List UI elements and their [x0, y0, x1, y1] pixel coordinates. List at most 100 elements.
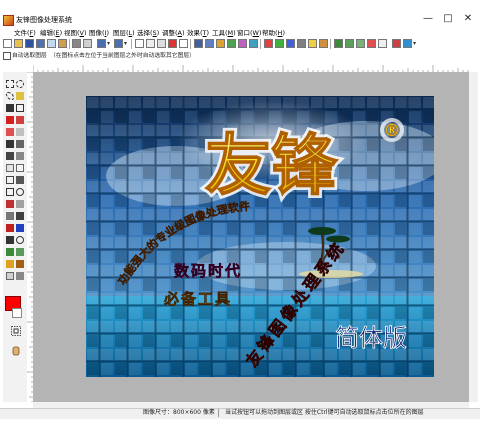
crop-icon[interactable] — [146, 39, 155, 48]
open-folder-icon[interactable] — [14, 39, 23, 48]
logo-text: 友锋 — [205, 126, 338, 204]
slice-icon[interactable] — [16, 116, 24, 124]
favorites-icon[interactable] — [392, 39, 401, 48]
main-toolbar: ▾ ▾ ▾ — [0, 38, 480, 50]
green-channel-icon[interactable] — [275, 39, 284, 48]
menu-tools[interactable]: 工具(M) — [212, 28, 236, 38]
menu-select[interactable]: 选择(S) — [137, 28, 159, 38]
background-color-swatch[interactable] — [12, 308, 22, 318]
select-all-icon[interactable] — [168, 39, 177, 48]
swap-colors-icon[interactable] — [11, 326, 21, 336]
filter-icon[interactable] — [249, 39, 258, 48]
deselect-icon[interactable] — [179, 39, 188, 48]
custom-shape-icon[interactable] — [6, 200, 14, 208]
paint-bucket-icon[interactable] — [16, 212, 24, 220]
patch-icon[interactable] — [16, 128, 24, 136]
scan-icon[interactable] — [83, 39, 92, 48]
resize-icon[interactable] — [227, 39, 236, 48]
brightness-icon[interactable] — [308, 39, 317, 48]
sharpen-icon[interactable] — [16, 248, 24, 256]
print-icon[interactable] — [72, 39, 81, 48]
auto-select-layer-checkbox[interactable] — [3, 52, 11, 60]
flip-vertical-icon[interactable] — [205, 39, 214, 48]
pencil-icon[interactable] — [16, 140, 24, 148]
text-icon[interactable] — [6, 224, 14, 232]
gift-icon[interactable] — [367, 39, 376, 48]
copy-icon[interactable] — [47, 39, 56, 48]
help-dropdown-icon[interactable]: ▾ — [413, 39, 416, 49]
menu-view[interactable]: 视图(V) — [64, 28, 87, 38]
help-icon[interactable] — [403, 39, 412, 48]
transform-icon[interactable] — [157, 39, 166, 48]
layer-merge-icon[interactable] — [356, 39, 365, 48]
eyedropper-icon[interactable] — [6, 236, 14, 244]
select-icon[interactable] — [16, 104, 24, 112]
new-file-icon[interactable] — [3, 39, 12, 48]
eraser-icon[interactable] — [6, 164, 14, 172]
lasso-icon[interactable] — [6, 92, 14, 100]
paste-icon[interactable] — [58, 39, 67, 48]
brush-icon[interactable] — [6, 140, 14, 148]
contrast-icon[interactable] — [319, 39, 328, 48]
sponge-icon[interactable] — [16, 272, 24, 280]
move-icon[interactable] — [6, 104, 14, 112]
maximize-button[interactable]: □ — [440, 12, 456, 25]
window-title: 友锋图像处理系统 — [16, 16, 72, 24]
dodge-icon[interactable] — [6, 260, 14, 268]
grayscale-icon[interactable] — [297, 39, 306, 48]
pen-icon[interactable] — [16, 176, 24, 184]
save-all-icon[interactable] — [36, 39, 45, 48]
flip-horizontal-icon[interactable] — [194, 39, 203, 48]
minimize-button[interactable]: — — [420, 12, 436, 25]
menu-window[interactable]: 窗口(W) — [237, 28, 262, 38]
layer-add-icon[interactable] — [345, 39, 354, 48]
bg-eraser-icon[interactable] — [16, 164, 24, 172]
status-hint: 当试按钮可以拖动到图层或区 按住Ctrl键可自动选取鼠标点击位所在的图层 — [225, 409, 424, 416]
clone-stamp-icon[interactable] — [6, 152, 14, 160]
history-brush-icon[interactable] — [16, 152, 24, 160]
auto-select-layer-label: 自动选取图层 — [12, 53, 47, 59]
crop-tool-icon[interactable] — [6, 116, 14, 124]
redo-dropdown-icon[interactable]: ▾ — [124, 39, 127, 49]
smudge-icon[interactable] — [6, 272, 14, 280]
rotate-icon[interactable] — [216, 39, 225, 48]
save-icon[interactable] — [25, 39, 34, 48]
cut-icon[interactable] — [135, 39, 144, 48]
menu-help[interactable]: 帮助(H) — [262, 28, 285, 38]
redo-icon[interactable] — [114, 39, 123, 48]
close-button[interactable]: ✕ — [460, 12, 476, 25]
menu-effects[interactable]: 效果(T) — [187, 28, 209, 38]
menu-edit[interactable]: 编辑(E) — [40, 28, 62, 38]
rect-marquee-icon[interactable] — [6, 80, 14, 88]
burn-icon[interactable] — [16, 260, 24, 268]
vertical-text-icon[interactable] — [16, 224, 24, 232]
red-channel-icon[interactable] — [264, 39, 273, 48]
undo-dropdown-icon[interactable]: ▾ — [107, 39, 110, 49]
ellipse-shape-icon[interactable] — [16, 188, 24, 196]
ellipse-marquee-icon[interactable] — [16, 80, 24, 88]
settings-icon[interactable] — [378, 39, 387, 48]
toolbar-separator — [190, 39, 191, 49]
undo-icon[interactable] — [97, 39, 106, 48]
hand-tool-icon[interactable] — [12, 346, 20, 356]
blur-icon[interactable] — [6, 248, 14, 256]
toolbar-separator — [330, 39, 331, 49]
menu-layer[interactable]: 图层(L) — [113, 28, 135, 38]
zoom-icon[interactable] — [16, 236, 24, 244]
menu-file[interactable]: 文件(F) — [14, 28, 36, 38]
canvas-image[interactable]: 友锋 友锋 ® 功能强大的专业级图像处理软件 数码时代 必备工具 友锋图像处理系… — [86, 96, 434, 377]
rectangle-shape-icon[interactable] — [6, 188, 14, 196]
toolbar-separator — [260, 39, 261, 49]
blue-channel-icon[interactable] — [286, 39, 295, 48]
heal-brush-icon[interactable] — [6, 128, 14, 136]
menu-adjust[interactable]: 调整(A) — [162, 28, 185, 38]
layers-icon[interactable] — [334, 39, 343, 48]
menu-image[interactable]: 图像(I) — [89, 28, 109, 38]
polygon-icon[interactable] — [16, 200, 24, 208]
line-icon[interactable] — [6, 176, 14, 184]
vertical-scrollbar[interactable] — [469, 72, 478, 402]
canvas-size-icon[interactable] — [238, 39, 247, 48]
magic-wand-icon[interactable] — [16, 92, 24, 100]
edition-label: 简体版 — [335, 324, 407, 352]
gradient-icon[interactable] — [6, 212, 14, 220]
